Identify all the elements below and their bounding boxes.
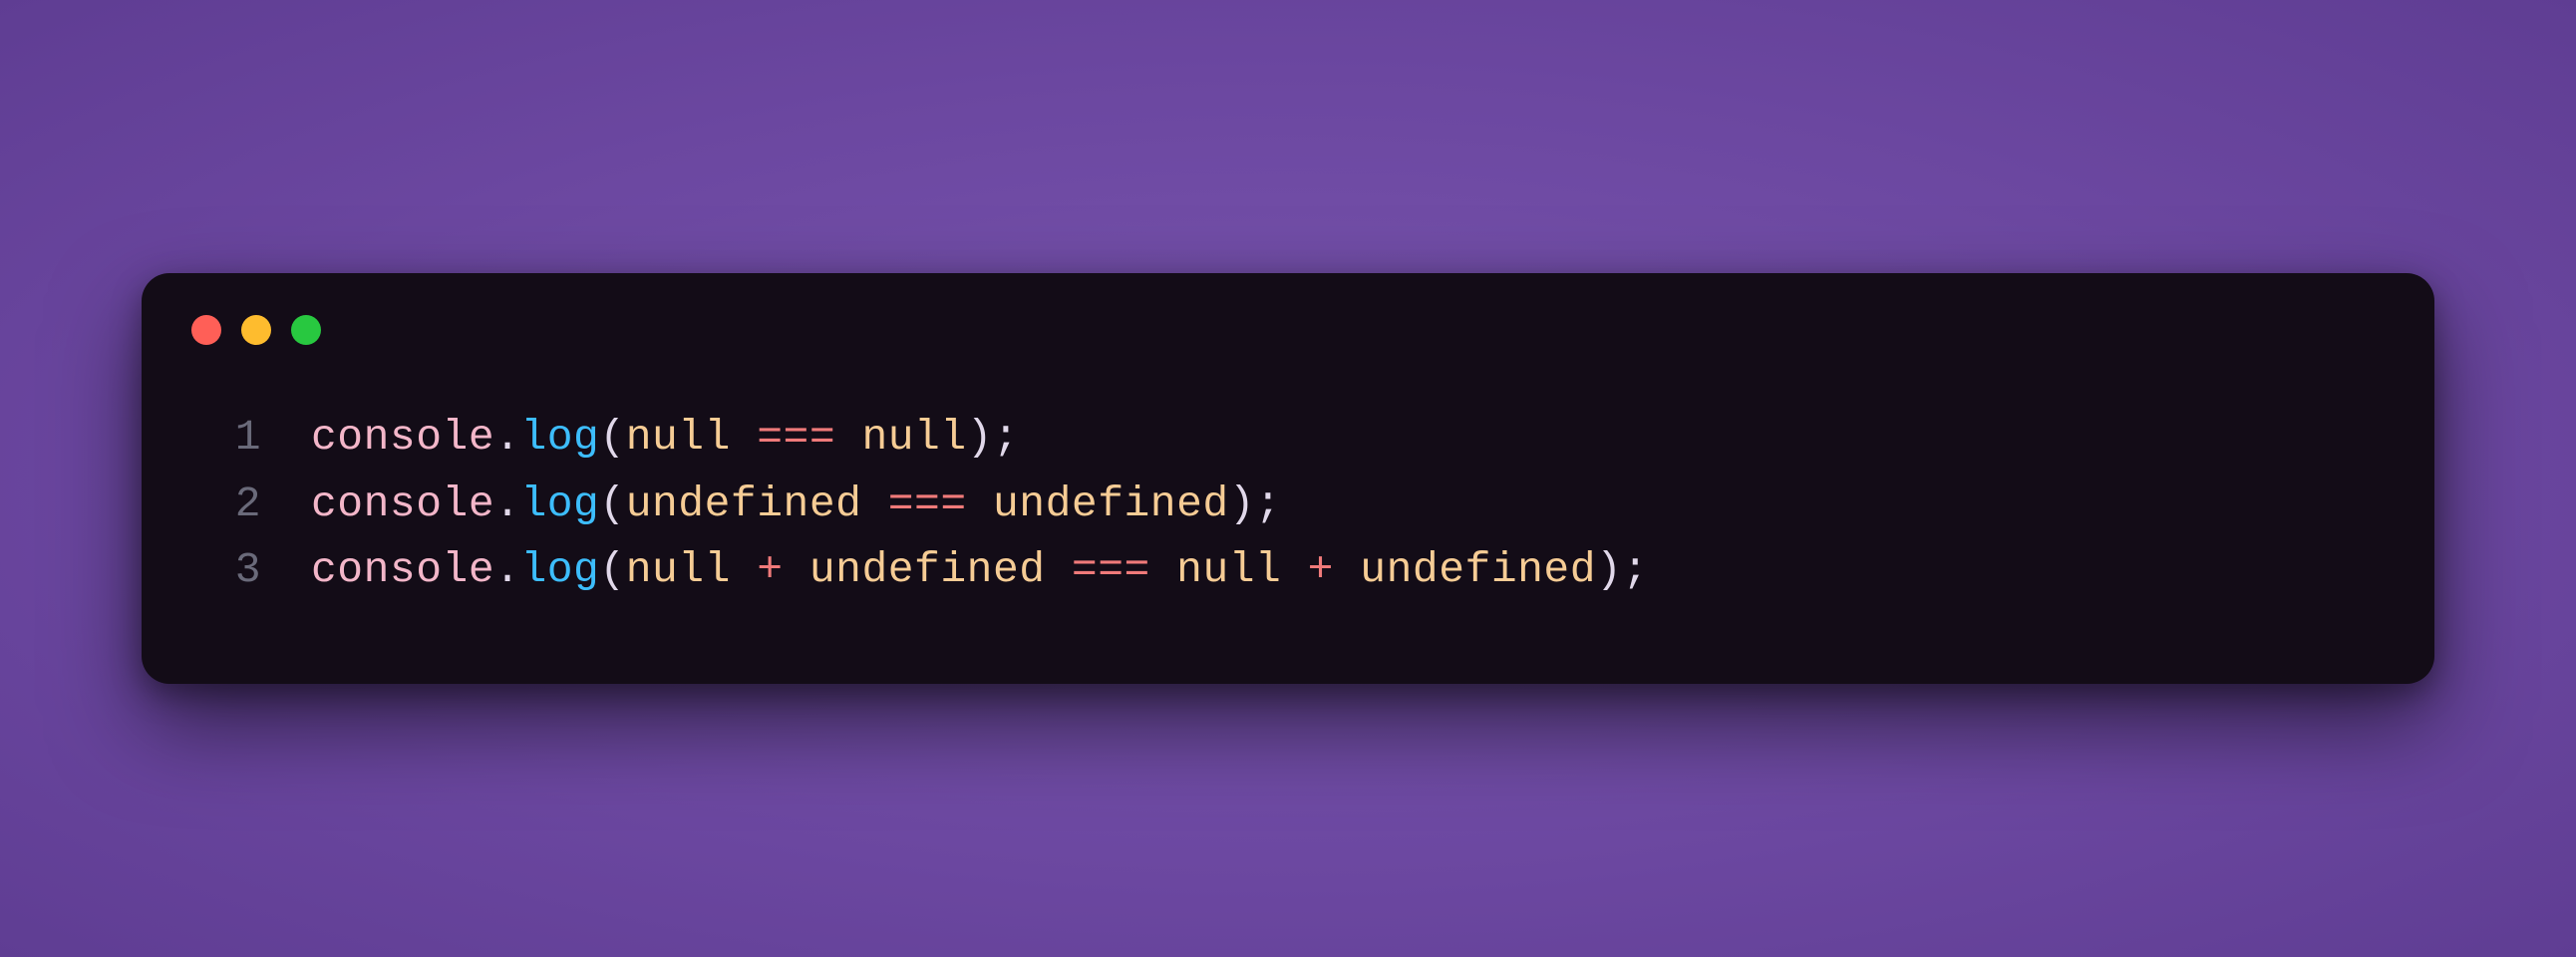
code-token <box>1281 545 1307 594</box>
code-token: . <box>494 479 520 528</box>
code-token <box>731 545 757 594</box>
code-token: === <box>757 413 835 462</box>
code-token: null <box>861 413 966 462</box>
code-token: ( <box>599 413 625 462</box>
code-window: 1console.log(null === null);2console.log… <box>142 273 2434 684</box>
code-token <box>731 413 757 462</box>
code-token <box>861 479 887 528</box>
line-number: 2 <box>201 472 311 538</box>
code-token <box>784 545 809 594</box>
code-token <box>835 413 861 462</box>
code-token: log <box>520 413 599 462</box>
code-token: + <box>1308 545 1334 594</box>
code-token: undefined <box>809 545 1046 594</box>
code-content: console.log(null === null); <box>311 405 2375 472</box>
code-editor[interactable]: 1console.log(null === null);2console.log… <box>142 365 2434 604</box>
maximize-icon[interactable] <box>291 315 321 345</box>
code-token: undefined <box>993 479 1229 528</box>
code-token: ); <box>967 413 1020 462</box>
code-token: console <box>311 479 494 528</box>
code-token <box>1046 545 1072 594</box>
code-content: console.log(undefined === undefined); <box>311 472 2375 538</box>
code-token: === <box>1072 545 1150 594</box>
code-token: console <box>311 413 494 462</box>
code-content: console.log(null + undefined === null + … <box>311 537 2375 604</box>
line-number: 1 <box>201 405 311 472</box>
code-token <box>967 479 993 528</box>
code-token: console <box>311 545 494 594</box>
code-token: + <box>757 545 783 594</box>
code-token: . <box>494 545 520 594</box>
line-number: 3 <box>201 537 311 604</box>
code-token: null <box>626 413 731 462</box>
code-token: ( <box>599 479 625 528</box>
code-token: log <box>520 545 599 594</box>
code-token <box>1150 545 1176 594</box>
code-token: ( <box>599 545 625 594</box>
code-token: undefined <box>626 479 862 528</box>
code-token: null <box>626 545 731 594</box>
minimize-icon[interactable] <box>241 315 271 345</box>
code-line: 3console.log(null + undefined === null +… <box>201 537 2375 604</box>
code-token: undefined <box>1360 545 1596 594</box>
code-token: log <box>520 479 599 528</box>
code-token: null <box>1176 545 1281 594</box>
code-token: === <box>888 479 967 528</box>
code-token: ); <box>1229 479 1282 528</box>
code-token <box>1334 545 1360 594</box>
code-line: 2console.log(undefined === undefined); <box>201 472 2375 538</box>
window-titlebar <box>142 273 2434 365</box>
code-token: . <box>494 413 520 462</box>
code-line: 1console.log(null === null); <box>201 405 2375 472</box>
code-token: ); <box>1596 545 1649 594</box>
close-icon[interactable] <box>191 315 221 345</box>
